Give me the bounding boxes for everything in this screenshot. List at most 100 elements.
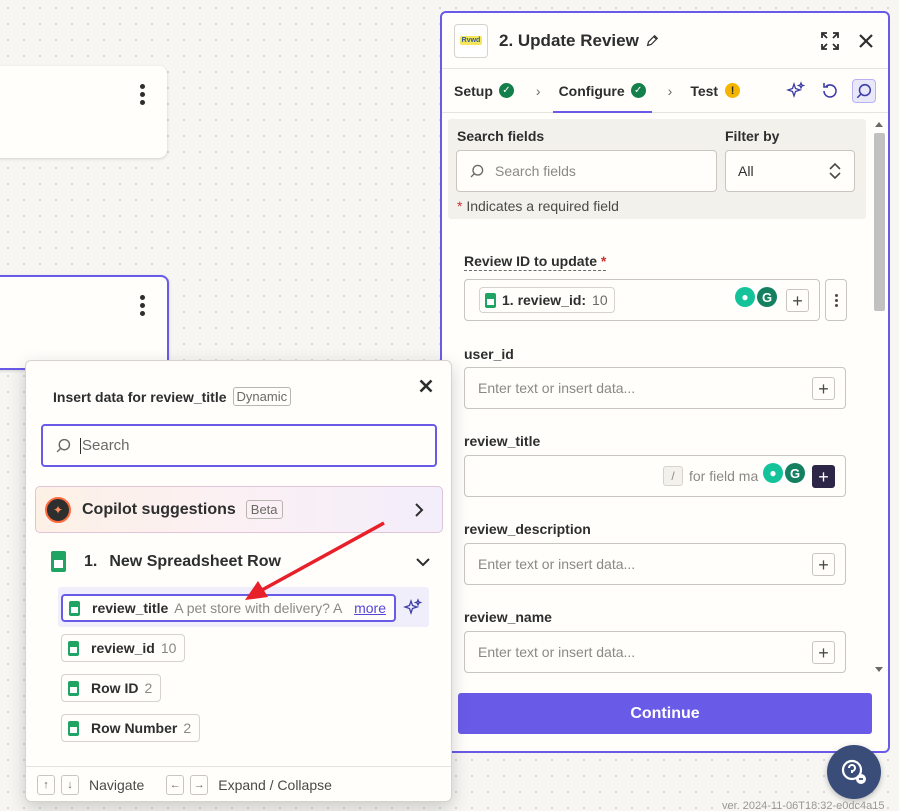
more-link[interactable]: more <box>348 600 394 616</box>
copilot-suggestions-button[interactable]: ✦ Copilot suggestions Beta <box>35 486 443 533</box>
more-options-icon[interactable] <box>139 84 147 105</box>
review-description-input[interactable]: Enter text or insert data... + <box>464 543 846 585</box>
grammarly-widget[interactable]: ● G <box>761 462 807 484</box>
review-name-input[interactable]: Enter text or insert data... + <box>464 631 846 673</box>
chevron-right-icon <box>415 503 424 517</box>
expand-icon[interactable] <box>820 31 840 51</box>
continue-button[interactable]: Continue <box>458 693 872 734</box>
grammarly-icon: G <box>785 463 805 483</box>
close-icon[interactable] <box>856 31 876 51</box>
check-icon: ✓ <box>630 83 646 98</box>
input-placeholder: Enter text or insert data... <box>478 380 636 396</box>
input-placeholder: Enter text or insert data... <box>478 556 636 572</box>
data-option[interactable]: review_id 10 <box>61 634 186 662</box>
slash-key: / <box>663 466 683 486</box>
beta-badge: Beta <box>245 500 283 519</box>
slash-hint-text: for field ma <box>689 468 759 484</box>
review-title-input[interactable]: / for field ma ● G + <box>464 455 846 497</box>
data-pill[interactable]: 1. review_id: 10 <box>479 287 615 313</box>
search-placeholder: Search <box>82 437 130 454</box>
arrow-right-key-icon: → <box>190 775 209 795</box>
required-note-text: Indicates a required field <box>466 198 619 214</box>
data-group-header[interactable]: 1. New Spreadsheet Row <box>51 551 431 572</box>
field-label-text: Review ID to update <box>464 253 598 269</box>
sheets-icon <box>68 640 79 656</box>
sparkle-icon <box>786 80 806 98</box>
option-value: 2 <box>144 680 153 696</box>
slash-hint: / for field ma <box>663 466 758 486</box>
tab-configure[interactable]: Configure ✓ <box>552 69 652 113</box>
scrollbar-thumb[interactable] <box>874 133 885 311</box>
option-value: 10 <box>160 640 177 656</box>
tab-setup[interactable]: Setup ✓ <box>454 69 514 113</box>
arrow-up-key-icon: ↑ <box>37 775 55 795</box>
tab-label: Setup <box>454 82 493 99</box>
user-id-field: user_id <box>464 346 846 362</box>
scroll-up-icon[interactable] <box>875 122 883 127</box>
option-key: Row Number <box>91 720 178 736</box>
field-label: Review ID to update * <box>464 253 607 271</box>
review-id-input[interactable]: 1. review_id: 10 ● G + <box>464 279 820 321</box>
chevron-down-icon[interactable] <box>415 554 431 570</box>
data-option[interactable]: Row ID 2 <box>61 674 162 702</box>
search-fields-label: Search fields <box>457 128 545 144</box>
field-options-button[interactable] <box>825 279 847 321</box>
insert-data-button[interactable]: + <box>812 641 835 664</box>
scroll-down-icon[interactable] <box>875 667 883 672</box>
sheets-icon <box>68 720 79 736</box>
app-logo-text: Rvwd <box>459 36 483 45</box>
sparkle-icon[interactable] <box>403 598 423 618</box>
help-icon <box>841 759 866 784</box>
panel-header: Rvwd 2. Update Review <box>442 13 888 69</box>
user-id-input[interactable]: Enter text or insert data... + <box>464 367 846 409</box>
input-placeholder: Enter text or insert data... <box>478 644 636 660</box>
select-arrows-icon <box>829 162 841 180</box>
check-icon: ✓ <box>498 83 514 98</box>
sheets-icon <box>68 680 79 696</box>
pill-value: 10 <box>592 292 608 308</box>
data-option[interactable]: Row Number 2 <box>61 714 201 742</box>
dynamic-badge: Dynamic <box>232 387 292 406</box>
search-icon <box>470 164 484 178</box>
tab-test[interactable]: Test! <box>690 69 741 113</box>
pill-label: 1. review_id: <box>502 292 587 308</box>
sheets-icon <box>485 292 496 308</box>
lightbulb-icon: ● <box>735 287 755 307</box>
panel-body: Search fields Filter by Search fields Al… <box>442 115 870 681</box>
keyboard-hints: ↑ ↓ Navigate ← → Expand / Collapse <box>26 766 451 801</box>
copilot-label: Copilot suggestions <box>82 500 236 518</box>
ai-sparkle-button[interactable] <box>784 79 808 103</box>
data-option[interactable]: review_title A pet store with delivery? … <box>61 594 396 622</box>
close-icon[interactable] <box>415 375 437 397</box>
arrow-down-key-icon: ↓ <box>61 775 79 795</box>
field-label: user_id <box>464 346 514 362</box>
panel-title: 2. Update Review <box>499 30 639 50</box>
edit-icon[interactable] <box>645 34 659 48</box>
search-fields-section: Search fields Filter by Search fields Al… <box>448 119 866 219</box>
grammarly-widget[interactable]: ● G <box>733 286 779 308</box>
help-button[interactable] <box>827 745 881 799</box>
arrow-left-key-icon: ← <box>166 775 185 795</box>
option-key: Row ID <box>91 680 139 696</box>
field-label: review_description <box>464 521 591 537</box>
insert-data-button[interactable]: + <box>812 465 835 488</box>
insert-data-button[interactable]: + <box>812 377 835 400</box>
filter-select[interactable]: All <box>725 150 855 192</box>
search-icon <box>56 438 71 453</box>
app-logo: Rvwd <box>454 23 488 58</box>
dropdown-search-input[interactable]: Search <box>41 424 437 467</box>
sheets-icon <box>69 600 80 616</box>
search-fields-button[interactable] <box>852 78 876 103</box>
canvas-step-card-selected[interactable] <box>0 275 169 370</box>
history-button[interactable] <box>818 79 842 103</box>
insert-data-button[interactable]: + <box>812 553 835 576</box>
search-fields-input[interactable]: Search fields <box>456 150 717 192</box>
version-text: ver. 2024-11-06T18:32-e0dc4a15 <box>722 800 885 811</box>
more-options-icon[interactable] <box>139 295 147 316</box>
grammarly-icon: G <box>757 287 777 307</box>
scrollbar[interactable] <box>872 119 886 675</box>
insert-data-button[interactable]: + <box>786 289 809 312</box>
canvas-step-card[interactable] <box>0 66 167 158</box>
navigate-hint: Navigate <box>89 777 145 793</box>
search-fields-placeholder: Search fields <box>495 163 576 179</box>
